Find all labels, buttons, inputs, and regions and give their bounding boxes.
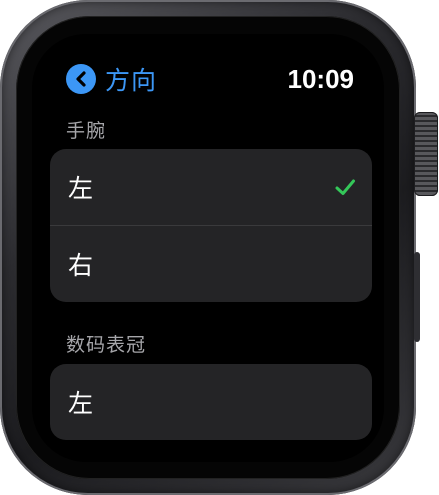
crown-options-group: 左	[50, 364, 372, 440]
section-header-crown: 数码表冠	[66, 334, 147, 356]
watch-screen: 方向 10:09 手腕 左 右 数码表冠 左	[32, 34, 384, 462]
crown-option-left[interactable]: 左	[50, 364, 372, 440]
wrist-options-group: 左 右	[50, 149, 372, 302]
option-label: 左	[68, 389, 94, 418]
digital-crown[interactable]	[414, 112, 438, 196]
wrist-option-right[interactable]: 右	[50, 225, 372, 302]
side-button[interactable]	[414, 252, 420, 342]
clock: 10:09	[287, 64, 355, 94]
page-title: 方向	[105, 66, 158, 95]
chevron-left-icon	[66, 64, 96, 94]
option-label: 左	[68, 174, 94, 203]
wrist-option-left[interactable]: 左	[50, 149, 372, 225]
back-button[interactable]: 方向	[66, 62, 157, 96]
checkmark-icon	[334, 176, 356, 198]
option-label: 右	[68, 251, 94, 280]
section-header-wrist: 手腕	[66, 120, 107, 142]
